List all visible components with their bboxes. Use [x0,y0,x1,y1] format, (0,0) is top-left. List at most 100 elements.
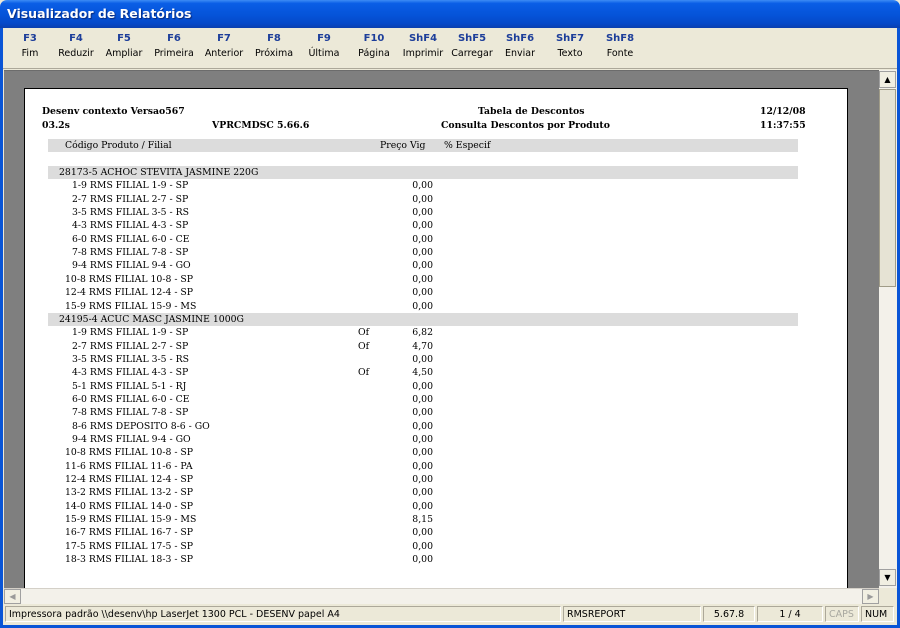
status-version: 5.67.8 [703,606,755,622]
window-title: Visualizador de Relatórios [7,6,192,21]
branch-name: 7-8 RMS FILIAL 7-8 - SP [72,407,189,419]
toolbar-button-proxima[interactable]: F8 Próxima [249,32,299,61]
table-row: 3-5 RMS FILIAL 3-5 - RS 0,00 [25,354,845,367]
table-row: 6-0 RMS FILIAL 6-0 - CE 0,00 [25,394,845,407]
branch-name: 10-8 RMS FILIAL 10-8 - SP [65,447,194,459]
toolbar-button-fonte[interactable]: ShF8 Fonte [595,32,645,61]
toolbar-label: Fim [21,48,39,59]
table-row: 10-8 RMS FILIAL 10-8 - SP 0,00 [25,274,845,287]
price-value: 0,00 [412,540,433,552]
branch-name: 17-5 RMS FILIAL 17-5 - SP [65,540,194,552]
branch-name: 12-4 RMS FILIAL 12-4 - SP [65,287,194,299]
toolbar-button-pagina[interactable]: F10 Página [349,32,399,61]
price-value: 0,00 [412,300,433,312]
branch-name: 8-6 RMS DEPOSITO 8-6 - GO [72,420,210,432]
product-heading: 24195-4 ACUC MASC JASMINE 1000G [59,313,244,325]
arrow-right-icon[interactable]: ▶ [862,589,879,604]
toolbar-button-fim[interactable]: F3 Fim [5,32,55,61]
price-value: 4,70 [412,340,433,352]
toolbar-key: F9 [317,33,331,44]
status-bar: Impressora padrão \\desenv\hp LaserJet 1… [3,604,897,625]
price-value: 0,00 [412,220,433,232]
column-header-product: Código Produto / Filial [65,140,172,151]
toolbar-key: F3 [23,33,37,44]
price-value: 0,00 [412,420,433,432]
toolbar-button-texto[interactable]: ShF7 Texto [545,32,595,61]
toolbar-button-imprimir[interactable]: ShF4 Imprimir [398,32,448,61]
table-row: 12-4 RMS FILIAL 12-4 - SP 0,00 [25,287,845,300]
status-page: 1 / 4 [757,606,823,622]
branch-name: 15-9 RMS FILIAL 15-9 - MS [65,514,197,526]
scroll-thumb[interactable] [879,89,896,287]
table-row: 3-5 RMS FILIAL 3-5 - RS 0,00 [25,207,845,220]
toolbar-label: Anterior [204,48,244,59]
table-row: 2-7 RMS FILIAL 2-7 - SP Of 4,70 [25,341,845,354]
toolbar-key: F6 [167,33,181,44]
table-row: 10-8 RMS FILIAL 10-8 - SP 0,00 [25,447,845,460]
price-value: 8,15 [412,514,433,526]
toolbar-button-enviar[interactable]: ShF6 Enviar [495,32,545,61]
price-value: 0,00 [412,460,433,472]
table-row: 15-9 RMS FILIAL 15-9 - MS 0,00 [25,301,845,314]
vertical-scrollbar[interactable]: ▲ ▼ [879,70,897,588]
branch-name: 1-9 RMS FILIAL 1-9 - SP [72,327,189,339]
branch-name: 3-5 RMS FILIAL 3-5 - RS [72,207,189,219]
branch-name: 7-8 RMS FILIAL 7-8 - SP [72,247,189,259]
arrow-left-icon[interactable]: ◀ [4,589,21,604]
table-row: 7-8 RMS FILIAL 7-8 - SP 0,00 [25,407,845,420]
toolbar-button-primeira[interactable]: F6 Primeira [149,32,199,61]
offer-flag: Of [358,327,370,339]
report-header-date: 12/12/08 [760,106,806,117]
price-value: 0,00 [412,527,433,539]
toolbar-key: ShF5 [457,33,487,44]
table-row: 9-4 RMS FILIAL 9-4 - GO 0,00 [25,434,845,447]
toolbar-label: Página [358,48,390,59]
table-row: 2-7 RMS FILIAL 2-7 - SP 0,00 [25,194,845,207]
price-value: 0,00 [412,247,433,259]
table-row: 8-6 RMS DEPOSITO 8-6 - GO 0,00 [25,421,845,434]
offer-flag: Of [358,340,370,352]
arrow-up-icon[interactable]: ▲ [879,71,896,88]
toolbar: F3 Fim F4 Reduzir F5 Ampliar F6 Primeira F7 Anter… [3,28,897,69]
price-value: 0,00 [412,233,433,245]
price-value: 0,00 [412,434,433,445]
branch-name: 18-3 RMS FILIAL 18-3 - SP [65,554,194,566]
toolbar-label: Fonte [606,48,634,59]
toolbar-button-anterior[interactable]: F7 Anterior [199,32,249,61]
branch-name: 9-4 RMS FILIAL 9-4 - GO [72,260,191,272]
table-row: 6-0 RMS FILIAL 6-0 - CE 0,00 [25,234,845,247]
toolbar-button-ampliar[interactable]: F5 Ampliar [99,32,149,61]
report-header-time-elapsed: 03.2s [42,120,70,131]
table-row: 4-3 RMS FILIAL 4-3 - SP Of 4,50 [25,367,845,380]
report-viewer[interactable]: Desenv contexto Versao567 Tabela de Desc… [4,70,879,589]
report-header-system: Desenv contexto Versao567 [42,106,185,117]
status-printer: Impressora padrão \\desenv\hp LaserJet 1… [5,606,561,622]
price-value: 0,00 [412,554,433,566]
toolbar-button-reduzir[interactable]: F4 Reduzir [51,32,101,61]
branch-name: 4-3 RMS FILIAL 4-3 - SP [72,367,189,379]
toolbar-label: Próxima [254,48,294,59]
price-value: 0,00 [412,380,433,392]
table-row: 4-3 RMS FILIAL 4-3 - SP 0,00 [25,220,845,233]
table-row: 7-8 RMS FILIAL 7-8 - SP 0,00 [25,247,845,260]
toolbar-key: ShF6 [505,33,535,44]
arrow-down-icon[interactable]: ▼ [879,569,896,586]
column-header-price: Preço Vig [380,140,426,151]
toolbar-label: Carregar [451,48,493,59]
report-header-subtitle: Consulta Descontos por Produto [441,120,610,131]
horizontal-scrollbar[interactable]: ◀ ▶ [4,588,879,605]
toolbar-key: F10 [363,33,385,44]
branch-name: 16-7 RMS FILIAL 16-7 - SP [65,527,194,539]
title-bar[interactable]: Visualizador de Relatórios [0,0,900,28]
toolbar-key: F4 [69,33,83,44]
toolbar-key: ShF7 [555,33,585,44]
table-row: 1-9 RMS FILIAL 1-9 - SP Of 6,82 [25,327,845,340]
offer-flag: Of [358,367,370,379]
price-value: 0,00 [412,273,433,285]
report-page: Desenv contexto Versao567 Tabela de Desc… [24,88,848,589]
toolbar-button-carregar[interactable]: ShF5 Carregar [447,32,497,61]
branch-name: 12-4 RMS FILIAL 12-4 - SP [65,474,194,486]
branch-name: 1-9 RMS FILIAL 1-9 - SP [72,180,189,192]
status-app: RMSREPORT [563,606,701,622]
toolbar-button-ultima[interactable]: F9 Última [299,32,349,61]
